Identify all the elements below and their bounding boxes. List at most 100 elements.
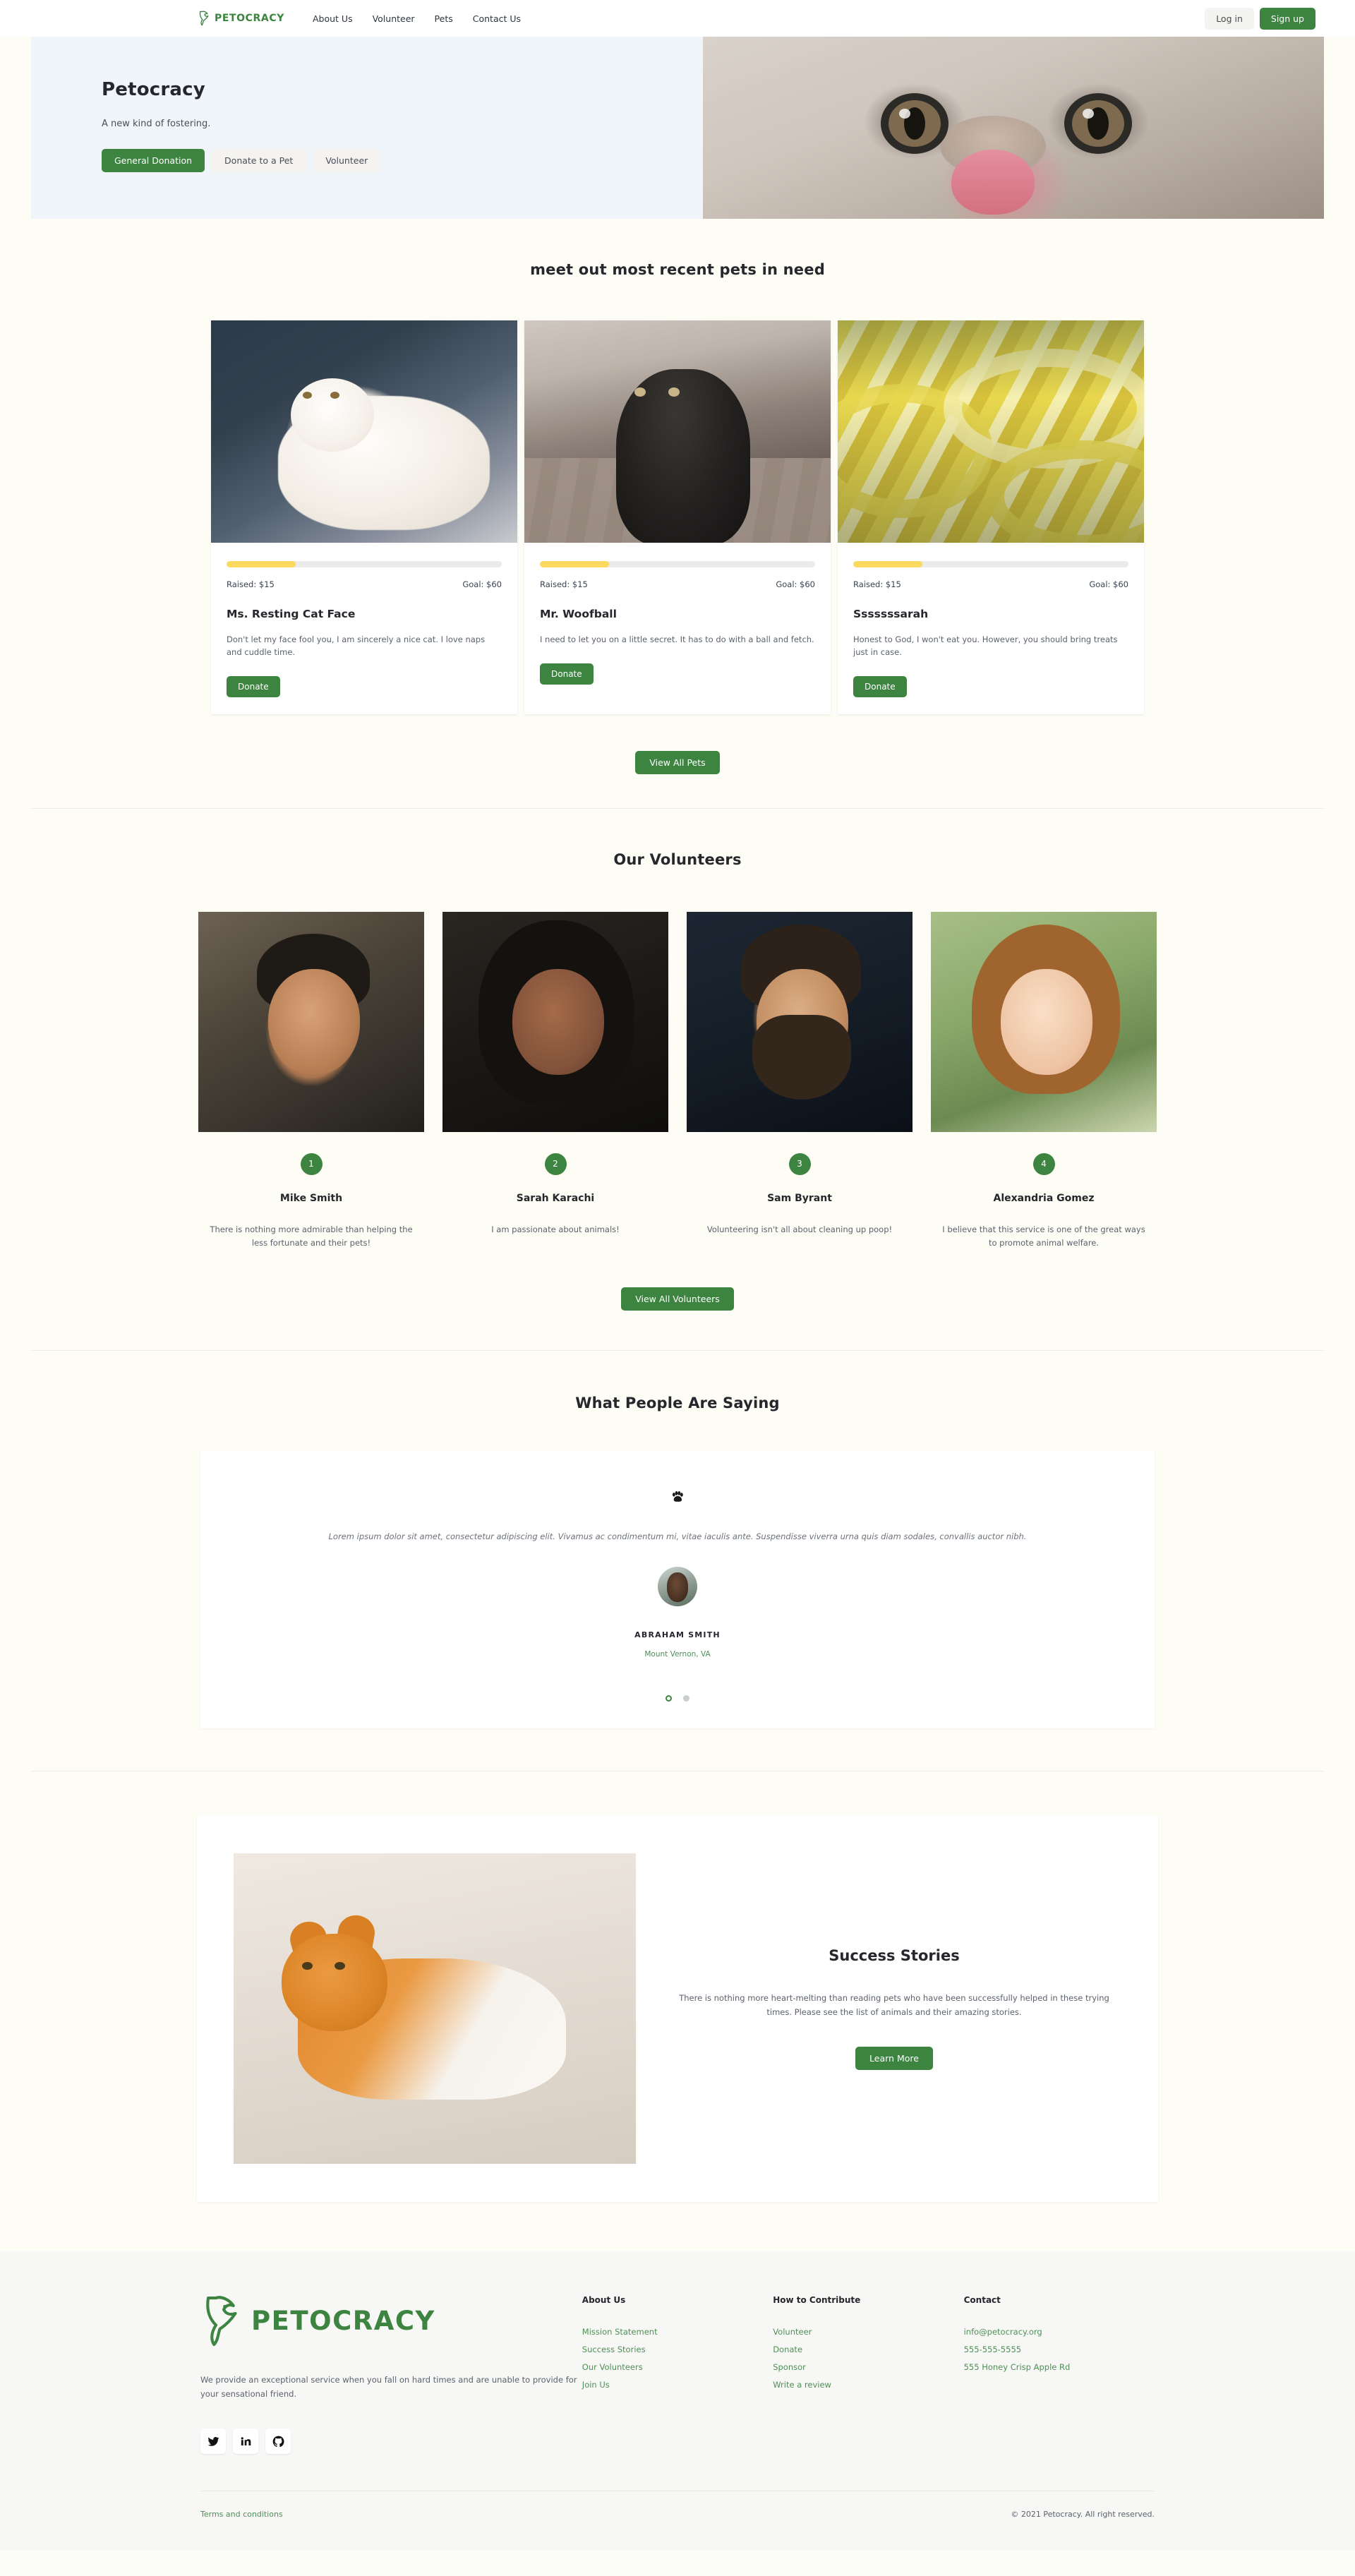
pet-card[interactable]: Raised: $15 Goal: $60 Mr. Woofball I nee… bbox=[524, 320, 831, 714]
testimonial-location: Mount Vernon, VA bbox=[644, 1649, 711, 1659]
hero-buttons: General Donation Donate to a Pet Volunte… bbox=[102, 149, 381, 172]
hero-title: Petocracy bbox=[102, 79, 205, 100]
footer-description: We provide an exceptional service when y… bbox=[200, 2374, 577, 2400]
footer-link-donate[interactable]: Donate bbox=[773, 2345, 963, 2354]
github-icon[interactable] bbox=[265, 2428, 291, 2455]
view-all-pets-button[interactable]: View All Pets bbox=[635, 750, 720, 774]
donate-button[interactable]: Donate bbox=[540, 663, 594, 685]
carousel-dots bbox=[243, 1695, 1112, 1702]
volunteer-card[interactable]: 3 Sam Byrant Volunteering isn't all abou… bbox=[687, 911, 913, 1251]
testimonial-avatar bbox=[658, 1566, 697, 1606]
success-stories-title: Success Stories bbox=[829, 1946, 960, 1964]
brand-name: PETOCRACY bbox=[215, 13, 284, 24]
bird-logo-icon bbox=[206, 2296, 237, 2346]
footer-link-join-us[interactable]: Join Us bbox=[582, 2380, 773, 2390]
footer-column-contact: Contact info@petocracy.org 555-555-5555 … bbox=[964, 2291, 1155, 2454]
nav-auth-actions: Log in Sign up bbox=[1205, 7, 1315, 30]
volunteer-button[interactable]: Volunteer bbox=[313, 149, 381, 172]
volunteer-number-badge: 1 bbox=[300, 1152, 323, 1175]
black-dog-photo bbox=[524, 320, 831, 543]
pet-name: Ms. Resting Cat Face bbox=[227, 608, 356, 620]
volunteer-name: Sarah Karachi bbox=[516, 1192, 595, 1204]
nav-links: About Us Volunteer Pets Contact Us bbox=[313, 13, 521, 24]
signup-button[interactable]: Sign up bbox=[1259, 7, 1315, 30]
linkedin-icon[interactable] bbox=[233, 2428, 258, 2455]
pet-goal-amount: Goal: $60 bbox=[462, 579, 502, 589]
donate-to-a-pet-button[interactable]: Donate to a Pet bbox=[212, 149, 306, 172]
volunteer-card[interactable]: 2 Sarah Karachi I am passionate about an… bbox=[442, 911, 668, 1251]
footer-link-mission-statement[interactable]: Mission Statement bbox=[582, 2327, 773, 2337]
nav-link-about-us[interactable]: About Us bbox=[313, 13, 353, 24]
pet-name: Mr. Woofball bbox=[540, 608, 617, 620]
volunteer-name: Alexandria Gomez bbox=[993, 1192, 1095, 1204]
volunteer-name: Sam Byrant bbox=[767, 1192, 832, 1204]
volunteer-quote: There is nothing more admirable than hel… bbox=[210, 1224, 413, 1248]
success-stories-card: Success Stories There is nothing more he… bbox=[197, 1814, 1158, 2202]
volunteer-card[interactable]: 1 Mike Smith There is nothing more admir… bbox=[198, 911, 424, 1251]
footer-contact-address: 555 Honey Crisp Apple Rd bbox=[963, 2361, 1071, 2372]
footer-logo[interactable]: PETOCRACY bbox=[200, 2291, 582, 2352]
volunteer-photo bbox=[442, 911, 668, 1132]
footer-column-heading: Contact bbox=[963, 2294, 1001, 2305]
success-stories-section: Success Stories There is nothing more he… bbox=[0, 1771, 1355, 2234]
pet-card[interactable]: Raised: $15 Goal: $60 Ms. Resting Cat Fa… bbox=[211, 320, 517, 714]
pets-grid: Raised: $15 Goal: $60 Ms. Resting Cat Fa… bbox=[0, 320, 1355, 714]
twitter-icon[interactable] bbox=[200, 2428, 226, 2455]
hero-content: Petocracy A new kind of fostering. Gener… bbox=[102, 79, 381, 172]
bird-logo-icon bbox=[199, 11, 209, 26]
volunteers-grid: 1 Mike Smith There is nothing more admir… bbox=[0, 911, 1355, 1251]
volunteer-name: Mike Smith bbox=[279, 1192, 343, 1204]
testimonial-author: ABRAHAM SMITH bbox=[634, 1630, 721, 1639]
footer-logo-text: PETOCRACY bbox=[251, 2306, 435, 2337]
donation-progress-bar bbox=[853, 561, 1128, 567]
footer-link-success-stories[interactable]: Success Stories bbox=[582, 2345, 773, 2354]
footer-link-write-a-review[interactable]: Write a review bbox=[773, 2380, 963, 2390]
carousel-dot[interactable] bbox=[683, 1695, 689, 1702]
volunteer-card[interactable]: 4 Alexandria Gomez I believe that this s… bbox=[931, 911, 1157, 1251]
general-donation-button[interactable]: General Donation bbox=[102, 149, 205, 172]
testimonials-section: What People Are Saying Lorem ipsum dolor… bbox=[0, 1351, 1355, 1771]
volunteer-number-badge: 3 bbox=[788, 1152, 811, 1175]
footer-link-our-volunteers[interactable]: Our Volunteers bbox=[582, 2362, 773, 2372]
copyright-text: © 2021 Petocracy. All right reserved. bbox=[1011, 2510, 1155, 2520]
footer-column-how-to-contribute: How to Contribute Volunteer Donate Spons… bbox=[773, 2291, 963, 2454]
white-cat-photo bbox=[211, 320, 517, 543]
brand-logo[interactable]: PETOCRACY bbox=[198, 10, 284, 27]
footer-link-sponsor[interactable]: Sponsor bbox=[773, 2362, 963, 2372]
terms-and-conditions-link[interactable]: Terms and conditions bbox=[200, 2510, 283, 2519]
top-navbar: PETOCRACY About Us Volunteer Pets Contac… bbox=[0, 0, 1355, 37]
volunteer-photo bbox=[198, 911, 424, 1132]
volunteer-photo bbox=[931, 911, 1157, 1132]
pet-description: Don't let my face fool you, I am sincere… bbox=[227, 634, 486, 657]
pet-goal-amount: Goal: $60 bbox=[1089, 579, 1128, 589]
pet-raised-amount: Raised: $15 bbox=[853, 579, 901, 589]
donate-button[interactable]: Donate bbox=[853, 675, 907, 697]
testimonial-quote: Lorem ipsum dolor sit amet, consectetur … bbox=[328, 1531, 1027, 1541]
hero-subtitle: A new kind of fostering. bbox=[102, 119, 211, 129]
footer-column-about-us: About Us Mission Statement Success Stori… bbox=[582, 2291, 773, 2454]
nav-link-pets[interactable]: Pets bbox=[435, 13, 453, 24]
volunteer-photo bbox=[687, 911, 913, 1132]
nav-link-contact-us[interactable]: Contact Us bbox=[473, 13, 521, 24]
hero-cat-photo bbox=[703, 37, 1324, 219]
page-root: PETOCRACY About Us Volunteer Pets Contac… bbox=[0, 0, 1355, 2551]
donate-button[interactable]: Donate bbox=[227, 675, 280, 697]
pet-card[interactable]: Raised: $15 Goal: $60 Sssssssarah Honest… bbox=[838, 320, 1144, 714]
footer-link-volunteer[interactable]: Volunteer bbox=[773, 2327, 963, 2337]
yellow-snake-photo bbox=[838, 320, 1144, 543]
footer-contact-email[interactable]: info@petocracy.org bbox=[964, 2327, 1155, 2337]
footer-brand-block: PETOCRACY We provide an exceptional serv… bbox=[200, 2291, 582, 2455]
volunteer-number-badge: 2 bbox=[544, 1152, 567, 1175]
login-button[interactable]: Log in bbox=[1205, 7, 1254, 30]
footer-column-heading: How to Contribute bbox=[773, 2294, 861, 2305]
footer-social-links bbox=[200, 2428, 582, 2455]
pet-raised-amount: Raised: $15 bbox=[540, 579, 588, 589]
learn-more-button[interactable]: Learn More bbox=[855, 2046, 933, 2070]
view-all-volunteers-button[interactable]: View All Volunteers bbox=[621, 1287, 734, 1311]
nav-link-volunteer[interactable]: Volunteer bbox=[373, 13, 415, 24]
carousel-dot-active[interactable] bbox=[666, 1695, 672, 1702]
volunteers-section: Our Volunteers 1 Mike Smith There is not… bbox=[0, 809, 1355, 1350]
volunteer-quote: Volunteering isn't all about cleaning up… bbox=[706, 1224, 893, 1234]
volunteer-quote: I am passionate about animals! bbox=[491, 1224, 620, 1234]
pets-section-title: meet out most recent pets in need bbox=[530, 261, 825, 278]
